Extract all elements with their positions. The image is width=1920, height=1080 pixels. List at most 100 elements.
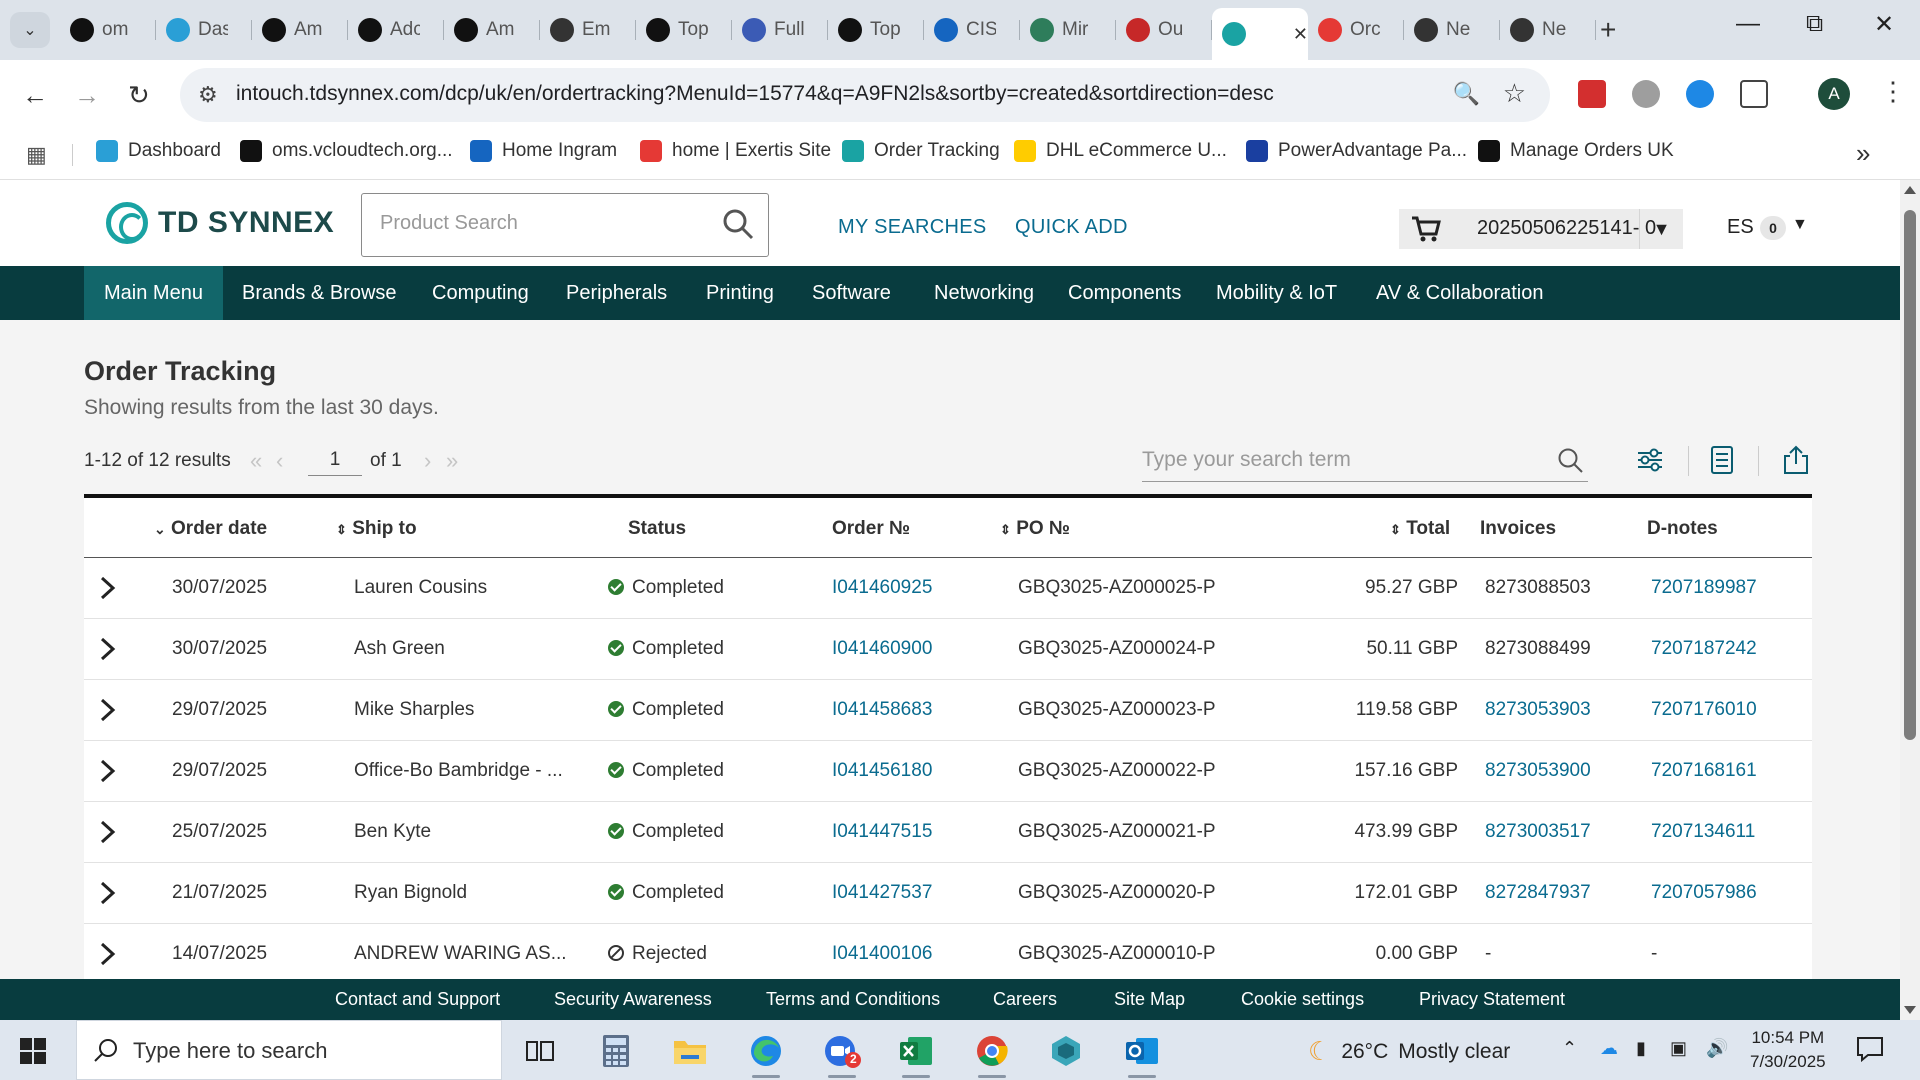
zoom-app-icon[interactable]: 2 (816, 1030, 868, 1078)
battery-icon[interactable]: ▮ (1636, 1038, 1646, 1059)
dnote-cell[interactable]: 7207187242 (1651, 638, 1757, 660)
cart-selector[interactable]: 20250506225141- 0 ▼ (1399, 209, 1683, 249)
browser-tab[interactable]: om (60, 8, 156, 52)
scroll-up-icon[interactable] (1904, 186, 1916, 194)
browser-tab[interactable]: Ou (1116, 8, 1212, 52)
user-menu-caret-icon[interactable]: ▼ (1792, 216, 1808, 234)
bookmark-item[interactable]: Manage Orders UK (1478, 140, 1674, 162)
browser-tab[interactable]: Mir (1020, 8, 1116, 52)
order-number-link[interactable]: I041427537 (832, 882, 932, 904)
dnote-cell[interactable]: 7207134611 (1651, 821, 1755, 843)
expand-row-chevron-icon[interactable] (98, 696, 118, 724)
footer-link[interactable]: Careers (993, 989, 1057, 1010)
profile-avatar[interactable]: A (1818, 78, 1850, 110)
invoice-cell[interactable]: 8273053900 (1485, 760, 1591, 782)
scroll-down-icon[interactable] (1904, 1006, 1916, 1014)
order-number-link[interactable]: I041456180 (832, 760, 932, 782)
footer-link[interactable]: Privacy Statement (1419, 989, 1565, 1010)
nav-item[interactable]: Computing (412, 266, 549, 320)
footer-link[interactable]: Cookie settings (1241, 989, 1364, 1010)
order-number-link[interactable]: I041458683 (832, 699, 932, 721)
excel-icon[interactable] (890, 1030, 942, 1078)
user-initials[interactable]: ES (1727, 216, 1754, 239)
app-hexagon-icon[interactable] (1040, 1030, 1092, 1072)
my-searches-link[interactable]: MY SEARCHES (838, 216, 987, 239)
browser-tab[interactable]: Orc (1308, 8, 1404, 52)
nav-item[interactable]: Software (792, 266, 911, 320)
sort-po-no[interactable]: ⇕ PO № (1000, 518, 1070, 540)
back-icon[interactable]: ← (22, 80, 48, 111)
expand-row-chevron-icon[interactable] (98, 574, 118, 602)
product-search-input[interactable] (380, 212, 710, 235)
footer-link[interactable]: Security Awareness (554, 989, 712, 1010)
bookmark-item[interactable]: oms.vcloudtech.org... (240, 140, 453, 162)
tray-chevron-up-icon[interactable]: ⌃ (1562, 1038, 1577, 1059)
browser-tab[interactable]: CIS (924, 8, 1020, 52)
bookmark-item[interactable]: home | Exertis Site (640, 140, 831, 162)
quick-add-link[interactable]: QUICK ADD (1015, 216, 1128, 239)
apps-grid-icon[interactable]: ▦ (26, 142, 47, 168)
bookmark-star-icon[interactable]: ☆ (1503, 78, 1526, 109)
invoice-cell[interactable]: 8272847937 (1485, 882, 1591, 904)
volume-icon[interactable]: 🔊 (1706, 1038, 1728, 1059)
sort-order-date[interactable]: ⌄ Order date (154, 518, 267, 540)
invoice-cell[interactable]: 8273003517 (1485, 821, 1591, 843)
sort-ship-to[interactable]: ⇕ Ship to (336, 518, 417, 540)
minimize-button[interactable]: — (1736, 10, 1760, 38)
nav-item[interactable]: Mobility & IoT (1196, 266, 1357, 320)
extension-icon[interactable] (1686, 80, 1714, 108)
more-bookmarks-icon[interactable]: » (1856, 138, 1870, 169)
new-tab-button[interactable]: + (1600, 14, 1616, 46)
page-number-input[interactable] (308, 444, 362, 476)
filter-sliders-icon[interactable] (1634, 444, 1666, 476)
expand-row-chevron-icon[interactable] (98, 635, 118, 663)
pdf-extension-icon[interactable] (1578, 80, 1606, 108)
expand-row-chevron-icon[interactable] (98, 940, 118, 968)
nav-item[interactable]: Main Menu (84, 266, 223, 320)
notifications-icon[interactable] (1856, 1036, 1884, 1062)
nav-item[interactable]: Brands & Browse (222, 266, 417, 320)
footer-link[interactable]: Terms and Conditions (766, 989, 940, 1010)
browser-tab[interactable]: Top (636, 8, 732, 52)
zoom-icon[interactable]: 🔍 (1453, 81, 1480, 107)
order-number-link[interactable]: I041460900 (832, 638, 932, 660)
columns-list-icon[interactable] (1706, 444, 1738, 476)
browser-tab[interactable]: Am (444, 8, 540, 52)
browser-tab[interactable]: Ne (1404, 8, 1500, 52)
browser-tab[interactable]: Ne (1500, 8, 1596, 52)
reload-icon[interactable]: ↻ (128, 80, 150, 111)
order-number-link[interactable]: I041460925 (832, 577, 932, 599)
browser-tab[interactable]: Am (252, 8, 348, 52)
nav-item[interactable]: Peripherals (546, 266, 687, 320)
close-window-button[interactable]: ✕ (1874, 10, 1894, 39)
cart-dropdown-icon[interactable]: ▼ (1639, 209, 1683, 249)
calculator-icon[interactable] (590, 1030, 642, 1072)
page-scrollbar[interactable] (1900, 180, 1920, 1020)
browser-tab[interactable]: Das (156, 8, 252, 52)
site-info-icon[interactable]: ⚙ (198, 82, 218, 108)
onedrive-icon[interactable]: ☁ (1600, 1038, 1618, 1059)
order-number-link[interactable]: I041447515 (832, 821, 932, 843)
puzzle-extensions-icon[interactable] (1740, 80, 1768, 108)
network-icon[interactable]: ▣ (1670, 1038, 1687, 1059)
browser-tab[interactable]: ✕ (1212, 8, 1308, 60)
last-page-icon[interactable]: » (446, 448, 458, 474)
browser-tab[interactable]: Em (540, 8, 636, 52)
file-explorer-icon[interactable] (664, 1030, 716, 1072)
chrome-icon[interactable] (966, 1030, 1018, 1078)
forward-icon[interactable]: → (74, 80, 100, 111)
search-icon[interactable] (1556, 446, 1584, 474)
globe-extension-icon[interactable] (1632, 80, 1660, 108)
browser-tab[interactable]: Top (828, 8, 924, 52)
table-search-input[interactable] (1142, 448, 1522, 472)
edge-icon[interactable] (740, 1030, 792, 1078)
expand-row-chevron-icon[interactable] (98, 818, 118, 846)
restore-button[interactable]: ⧉ (1806, 10, 1823, 38)
bookmark-item[interactable]: DHL eCommerce U... (1014, 140, 1227, 162)
search-icon[interactable] (720, 206, 756, 242)
windows-start-icon[interactable] (20, 1038, 46, 1064)
dnote-cell[interactable]: 7207057986 (1651, 882, 1757, 904)
footer-link[interactable]: Site Map (1114, 989, 1185, 1010)
invoice-cell[interactable]: 8273053903 (1485, 699, 1591, 721)
weather-widget[interactable]: ☾ 26°C Mostly clear (1308, 1036, 1510, 1067)
